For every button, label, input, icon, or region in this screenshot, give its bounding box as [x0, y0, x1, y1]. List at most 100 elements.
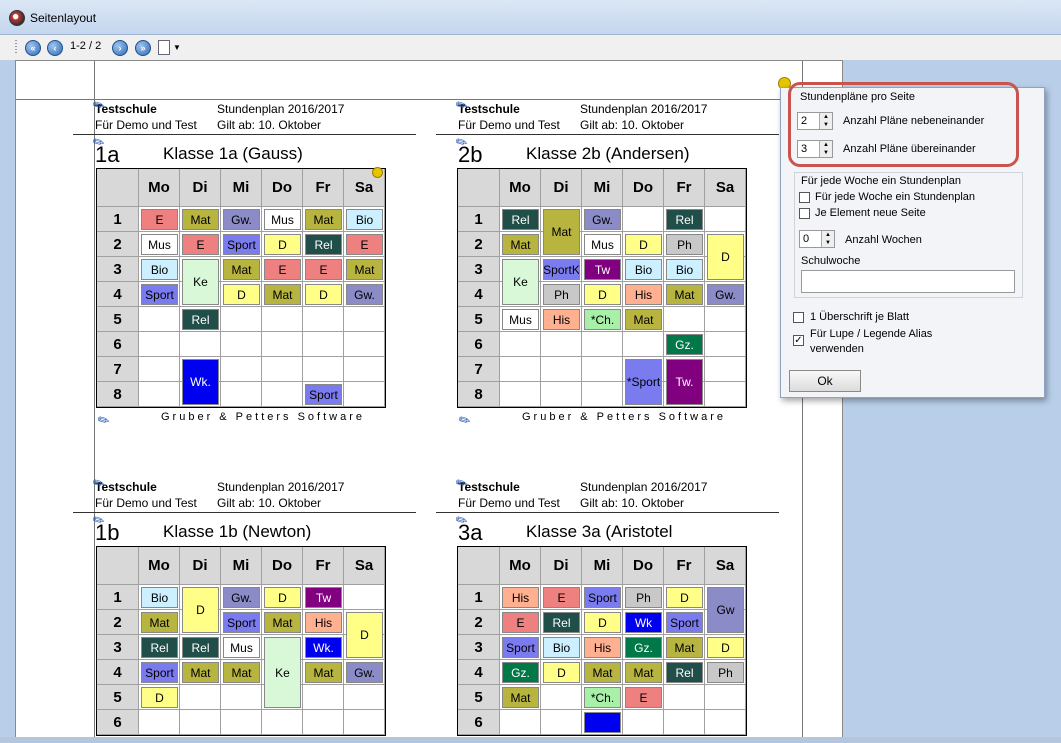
lesson-cell[interactable]: E: [141, 209, 178, 230]
lesson-cell[interactable]: E: [264, 259, 301, 280]
weeks-spinner[interactable]: 0 ▲ ▼: [799, 230, 835, 248]
lesson-cell[interactable]: His: [305, 612, 342, 633]
lesson-cell[interactable]: Gw.: [707, 284, 744, 305]
alias-checkbox[interactable]: ✓: [793, 335, 804, 346]
lesson-cell[interactable]: Mus: [141, 234, 178, 255]
lesson-cell[interactable]: *Ch.: [584, 687, 621, 708]
lesson-cell[interactable]: Gw.: [346, 662, 383, 683]
lesson-cell[interactable]: Sport: [141, 662, 178, 683]
lesson-cell[interactable]: Mat: [625, 662, 662, 683]
lesson-cell[interactable]: Sport: [666, 612, 703, 633]
heading-checkbox[interactable]: [793, 312, 804, 323]
lesson-cell[interactable]: Sport: [223, 234, 260, 255]
lesson-cell[interactable]: D: [584, 612, 621, 633]
lesson-cell[interactable]: Sport: [141, 284, 178, 305]
lesson-cell[interactable]: Bio: [141, 259, 178, 280]
lesson-cell[interactable]: Bio: [666, 259, 703, 280]
lesson-cell[interactable]: Tw.: [666, 359, 703, 405]
lesson-cell[interactable]: Mus: [223, 637, 260, 658]
lesson-cell[interactable]: Mat: [346, 259, 383, 280]
lesson-cell[interactable]: D: [346, 612, 383, 658]
lesson-cell[interactable]: E: [502, 612, 539, 633]
lesson-cell[interactable]: Ph: [543, 284, 580, 305]
lesson-cell[interactable]: Mus: [502, 309, 539, 330]
toolbar-grip-icon[interactable]: [15, 40, 17, 55]
lesson-cell[interactable]: Ke: [264, 637, 301, 708]
first-page-icon[interactable]: «: [25, 40, 41, 56]
lesson-cell[interactable]: Mat: [666, 637, 703, 658]
lesson-cell[interactable]: Sport: [305, 384, 342, 405]
lesson-cell[interactable]: Mus: [584, 234, 621, 255]
lesson-cell[interactable]: His: [543, 309, 580, 330]
lesson-cell[interactable]: D: [141, 687, 178, 708]
lesson-cell[interactable]: *Sport: [625, 359, 662, 405]
lesson-cell[interactable]: Rel: [182, 309, 219, 330]
lesson-cell[interactable]: Gz.: [502, 662, 539, 683]
lesson-cell[interactable]: Mat: [502, 687, 539, 708]
lesson-cell[interactable]: SportK: [543, 259, 580, 280]
dropdown-arrow-icon[interactable]: ▼: [173, 43, 181, 52]
lesson-cell[interactable]: Mat: [141, 612, 178, 633]
element-checkbox[interactable]: [799, 208, 810, 219]
lesson-cell[interactable]: Mat: [264, 284, 301, 305]
lesson-cell[interactable]: Mat: [182, 209, 219, 230]
lesson-cell[interactable]: Bio: [625, 259, 662, 280]
lesson-cell[interactable]: D: [305, 284, 342, 305]
lesson-cell[interactable]: Wk: [625, 612, 662, 633]
lesson-cell[interactable]: D: [264, 234, 301, 255]
lesson-cell[interactable]: Mat: [584, 662, 621, 683]
lesson-cell[interactable]: His: [502, 587, 539, 608]
lesson-cell[interactable]: Mat: [223, 259, 260, 280]
page-setup-icon[interactable]: [158, 40, 170, 55]
lesson-cell[interactable]: E: [182, 234, 219, 255]
school-week-input[interactable]: [801, 270, 1015, 293]
lesson-cell[interactable]: E: [543, 587, 580, 608]
lesson-cell[interactable]: D: [584, 284, 621, 305]
lesson-cell[interactable]: Tw: [584, 259, 621, 280]
lesson-cell[interactable]: Ph: [707, 662, 744, 683]
lesson-cell[interactable]: Rel: [666, 662, 703, 683]
lesson-cell[interactable]: Mat: [264, 612, 301, 633]
lesson-cell[interactable]: Tw: [305, 587, 342, 608]
spinner-arrows-icon[interactable]: ▲ ▼: [821, 231, 834, 247]
lesson-cell[interactable]: D: [223, 284, 260, 305]
lesson-cell[interactable]: [584, 712, 621, 733]
lesson-cell[interactable]: E: [625, 687, 662, 708]
lesson-cell[interactable]: Gw.: [346, 284, 383, 305]
lesson-cell[interactable]: D: [707, 637, 744, 658]
lesson-cell[interactable]: Mus: [264, 209, 301, 230]
lesson-cell[interactable]: Sport: [584, 587, 621, 608]
lesson-cell[interactable]: D: [707, 234, 744, 280]
lesson-cell[interactable]: Ke: [502, 259, 539, 305]
lesson-cell[interactable]: Ph: [625, 587, 662, 608]
lesson-cell[interactable]: Gw: [707, 587, 744, 633]
week-checkbox[interactable]: [799, 192, 810, 203]
lesson-cell[interactable]: Rel: [502, 209, 539, 230]
lesson-cell[interactable]: Mat: [305, 662, 342, 683]
lesson-cell[interactable]: Gw.: [223, 209, 260, 230]
lesson-cell[interactable]: Sport: [223, 612, 260, 633]
ok-button[interactable]: Ok: [789, 370, 861, 392]
lesson-cell[interactable]: Rel: [666, 209, 703, 230]
grid-gear-icon[interactable]: [372, 167, 383, 178]
previous-page-icon[interactable]: ‹: [47, 40, 63, 56]
lesson-cell[interactable]: Bio: [141, 587, 178, 608]
lesson-cell[interactable]: Wk.: [182, 359, 219, 405]
lesson-cell[interactable]: Gz.: [625, 637, 662, 658]
lesson-cell[interactable]: Ke: [182, 259, 219, 305]
weeks-value[interactable]: 0: [803, 233, 809, 245]
lesson-cell[interactable]: His: [584, 637, 621, 658]
lesson-cell[interactable]: Mat: [543, 209, 580, 255]
next-page-icon[interactable]: ›: [112, 40, 128, 56]
lesson-cell[interactable]: Rel: [305, 234, 342, 255]
lesson-cell[interactable]: Bio: [543, 637, 580, 658]
lesson-cell[interactable]: Bio: [346, 209, 383, 230]
last-page-icon[interactable]: »: [135, 40, 151, 56]
lesson-cell[interactable]: D: [543, 662, 580, 683]
lesson-cell[interactable]: D: [625, 234, 662, 255]
lesson-cell[interactable]: Gw.: [584, 209, 621, 230]
lesson-cell[interactable]: E: [305, 259, 342, 280]
lesson-cell[interactable]: Rel: [182, 637, 219, 658]
lesson-cell[interactable]: Mat: [223, 662, 260, 683]
lesson-cell[interactable]: Mat: [305, 209, 342, 230]
